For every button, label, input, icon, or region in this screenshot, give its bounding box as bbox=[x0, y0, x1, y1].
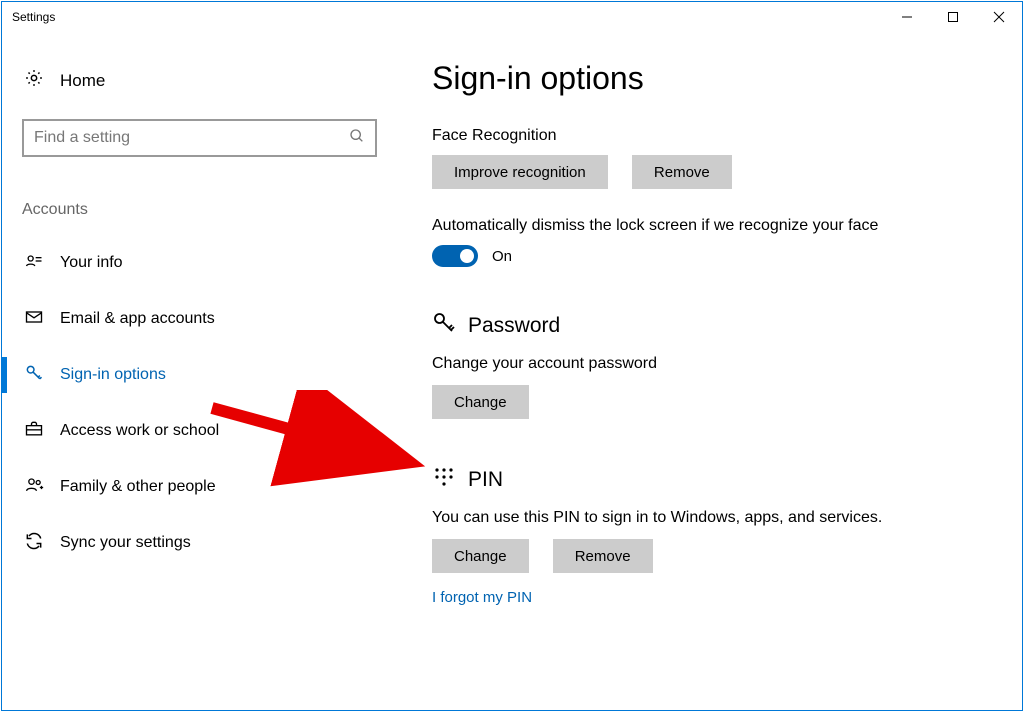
page-title: Sign-in options bbox=[432, 60, 982, 97]
mail-icon bbox=[24, 307, 44, 332]
sidebar-item-email-accounts[interactable]: Email & app accounts bbox=[22, 291, 382, 347]
pin-heading-row: PIN bbox=[432, 465, 982, 495]
sidebar-item-label: Email & app accounts bbox=[60, 310, 215, 328]
sidebar: Home Find a setting Accounts Your info bbox=[2, 32, 402, 710]
sidebar-item-access-work[interactable]: Access work or school bbox=[22, 403, 382, 459]
sidebar-item-label: Sync your settings bbox=[60, 534, 191, 552]
maximize-button[interactable] bbox=[930, 2, 976, 32]
search-input[interactable]: Find a setting bbox=[22, 119, 377, 157]
minimize-button[interactable] bbox=[884, 2, 930, 32]
section-label: Accounts bbox=[22, 201, 382, 219]
sidebar-item-family[interactable]: Family & other people bbox=[22, 459, 382, 515]
key-icon bbox=[432, 311, 456, 341]
password-change-button[interactable]: Change bbox=[432, 385, 529, 419]
sidebar-item-label: Sign-in options bbox=[60, 366, 166, 384]
gear-icon bbox=[24, 68, 44, 93]
face-auto-toggle[interactable] bbox=[432, 245, 478, 267]
close-button[interactable] bbox=[976, 2, 1022, 32]
people-icon bbox=[24, 475, 44, 500]
pin-remove-button[interactable]: Remove bbox=[553, 539, 653, 573]
sidebar-item-label: Family & other people bbox=[60, 478, 216, 496]
pin-change-button[interactable]: Change bbox=[432, 539, 529, 573]
window-title: Settings bbox=[12, 10, 55, 24]
nav-list: Your info Email & app accounts Sign-in o… bbox=[22, 235, 382, 571]
face-auto-desc: Automatically dismiss the lock screen if… bbox=[432, 217, 982, 235]
sidebar-item-your-info[interactable]: Your info bbox=[22, 235, 382, 291]
password-heading: Password bbox=[468, 314, 560, 338]
sidebar-item-label: Access work or school bbox=[60, 422, 219, 440]
settings-window: Settings Home Find a bbox=[1, 1, 1023, 711]
password-heading-row: Password bbox=[432, 311, 982, 341]
pin-heading: PIN bbox=[468, 468, 503, 492]
toggle-label: On bbox=[492, 248, 512, 265]
person-card-icon bbox=[24, 251, 44, 276]
home-label: Home bbox=[60, 71, 105, 91]
sidebar-item-sync[interactable]: Sync your settings bbox=[22, 515, 382, 571]
briefcase-icon bbox=[24, 419, 44, 444]
forgot-pin-link[interactable]: I forgot my PIN bbox=[432, 589, 982, 606]
titlebar: Settings bbox=[2, 2, 1022, 32]
sidebar-item-sign-in-options[interactable]: Sign-in options bbox=[22, 347, 382, 403]
face-heading: Face Recognition bbox=[432, 127, 982, 145]
search-placeholder: Find a setting bbox=[34, 129, 130, 147]
pin-desc: You can use this PIN to sign in to Windo… bbox=[432, 509, 982, 527]
window-controls bbox=[884, 2, 1022, 32]
key-icon bbox=[24, 363, 44, 388]
home-nav[interactable]: Home bbox=[22, 62, 382, 99]
main-content: Sign-in options Face Recognition Improve… bbox=[402, 32, 1022, 710]
improve-recognition-button[interactable]: Improve recognition bbox=[432, 155, 608, 189]
search-icon bbox=[349, 128, 365, 149]
password-desc: Change your account password bbox=[432, 355, 982, 373]
face-remove-button[interactable]: Remove bbox=[632, 155, 732, 189]
sync-icon bbox=[24, 531, 44, 556]
sidebar-item-label: Your info bbox=[60, 254, 123, 272]
pin-pad-icon bbox=[432, 465, 456, 495]
